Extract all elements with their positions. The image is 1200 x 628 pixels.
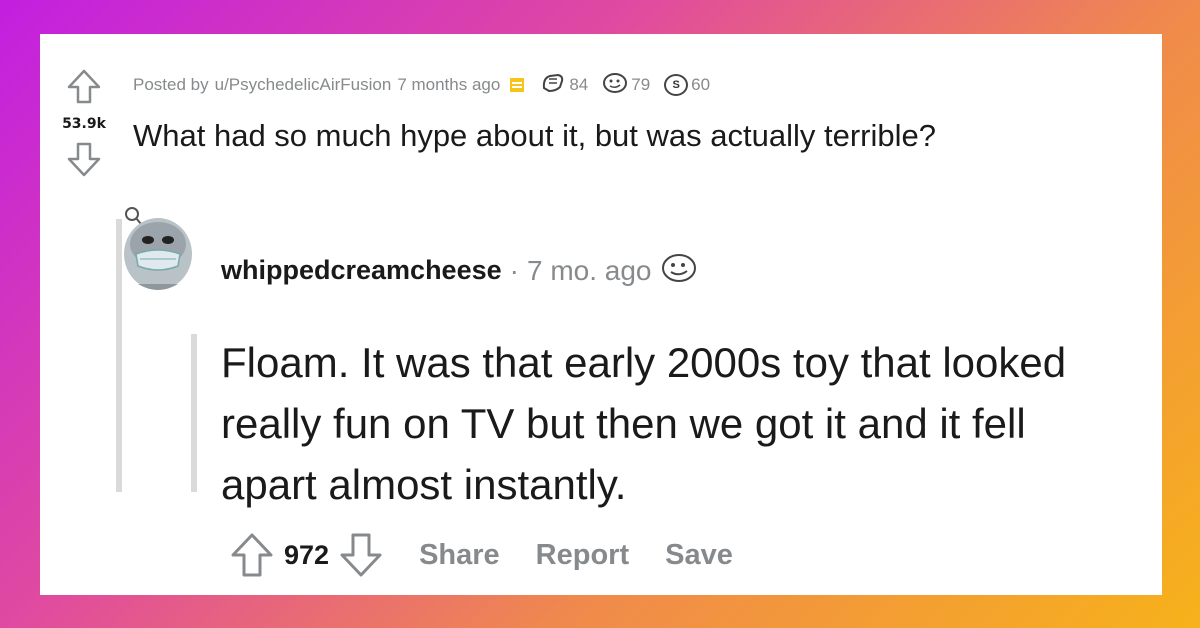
post-author-link[interactable]: u/PsychedelicAirFusion xyxy=(215,75,392,95)
award-count: 79 xyxy=(631,74,651,94)
award-coin[interactable]: S 60 xyxy=(664,73,711,96)
comment-author-link[interactable]: whippedcreamcheese xyxy=(221,255,502,286)
award-count: 84 xyxy=(569,74,589,94)
upvote-arrow-icon[interactable] xyxy=(66,68,102,106)
post-vote-column: 53.9k xyxy=(40,68,128,178)
share-button[interactable]: Share xyxy=(419,539,500,572)
face-award-icon[interactable] xyxy=(660,250,698,291)
save-button[interactable]: Save xyxy=(665,539,733,572)
coin-award-icon: S xyxy=(664,73,689,96)
comment-header: whippedcreamcheese · 7 mo. ago xyxy=(221,250,698,291)
downvote-arrow-icon[interactable] xyxy=(66,140,102,178)
reddit-screenshot-card: 53.9k Posted by u/PsychedelicAirFusion 7… xyxy=(40,34,1162,595)
separator-dot: · xyxy=(509,254,519,286)
comment-downvote-arrow-icon[interactable] xyxy=(339,532,383,578)
report-button[interactable]: Report xyxy=(536,539,629,572)
flair-icon xyxy=(510,77,525,92)
posted-by-label: Posted by xyxy=(133,74,209,94)
comment-actions: 972 Share Report Save xyxy=(230,532,733,578)
post-score: 53.9k xyxy=(62,116,106,132)
award-face[interactable]: 79 xyxy=(602,70,650,99)
snoo-avatar[interactable] xyxy=(118,204,194,298)
comment-score: 972 xyxy=(284,539,330,570)
face-award-icon xyxy=(602,70,628,99)
post-meta: Posted by u/PsychedelicAirFusion 7 month… xyxy=(133,70,718,99)
comment-time: 7 mo. ago xyxy=(526,254,652,286)
post-title[interactable]: What had so much hype about it, but was … xyxy=(133,118,936,154)
fist-award-icon xyxy=(540,70,566,99)
post-time: 7 months ago xyxy=(397,74,501,94)
award-fist[interactable]: 84 xyxy=(540,70,588,99)
comment-upvote-arrow-icon[interactable] xyxy=(230,532,274,578)
comment-thread-line[interactable] xyxy=(191,334,197,492)
comment-body: Floam. It was that early 2000s toy that … xyxy=(221,339,1067,508)
award-count: 60 xyxy=(691,74,711,94)
